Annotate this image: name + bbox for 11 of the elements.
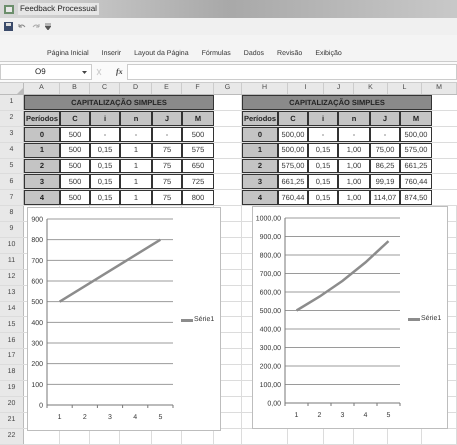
cancel-icon[interactable] bbox=[96, 68, 102, 76]
window-title: Feedback Processual bbox=[18, 3, 99, 15]
app-icon bbox=[4, 4, 14, 14]
redo-icon[interactable] bbox=[31, 22, 41, 30]
dropdown-icon bbox=[82, 70, 87, 74]
customize-icon[interactable] bbox=[45, 23, 51, 30]
name-box[interactable]: O9 bbox=[0, 64, 92, 80]
save-icon[interactable] bbox=[4, 22, 13, 31]
undo-icon[interactable] bbox=[17, 22, 27, 30]
insert-function-button[interactable]: fx bbox=[116, 66, 123, 78]
formula-input[interactable] bbox=[126, 64, 457, 80]
